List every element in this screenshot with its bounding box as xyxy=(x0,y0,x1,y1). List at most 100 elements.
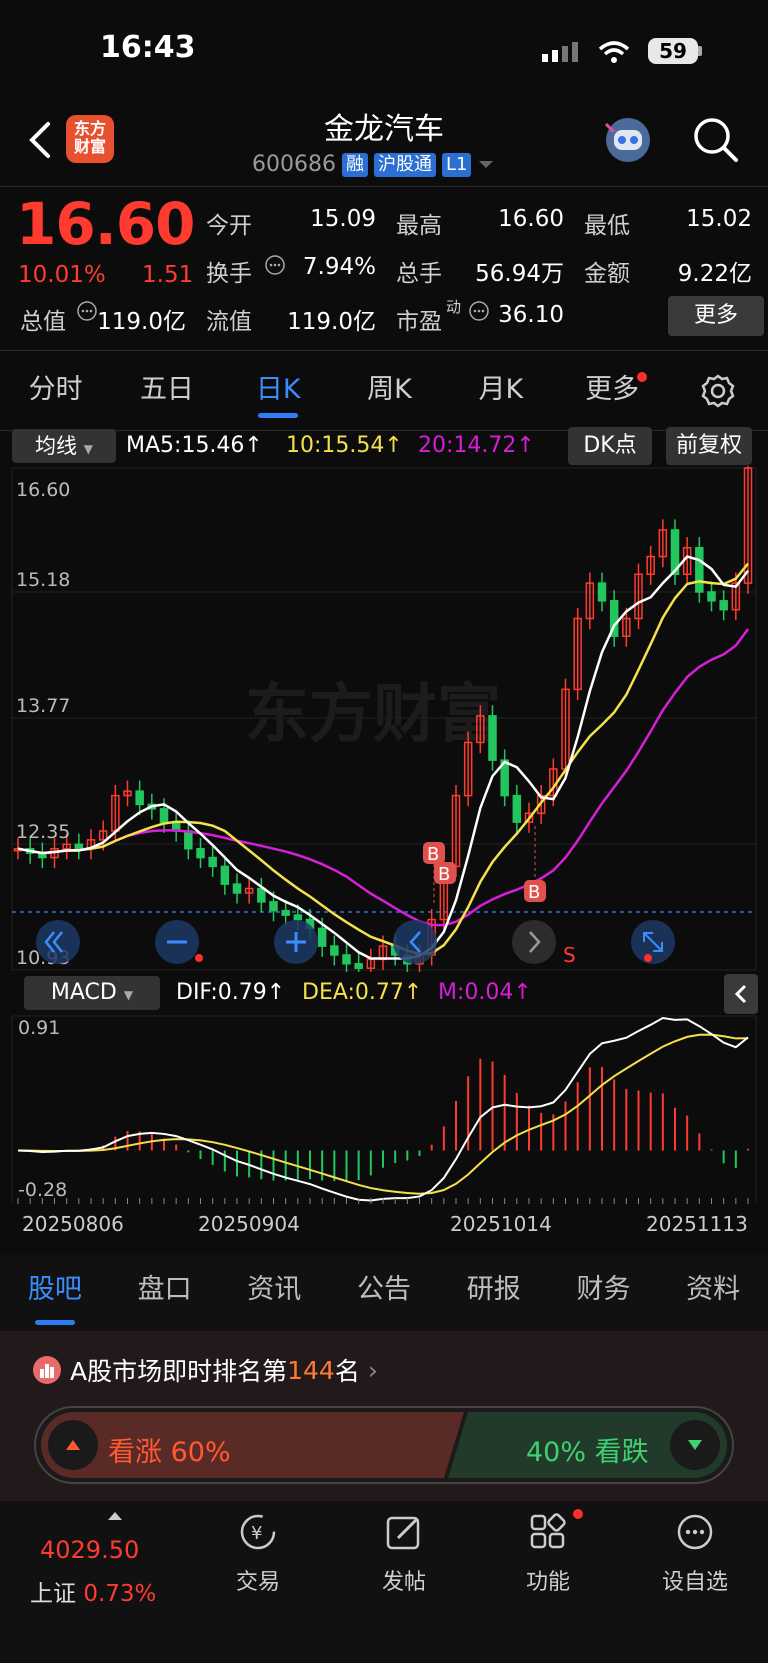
watermark: 东方财富 xyxy=(245,678,501,752)
ranking-suffix: 名 xyxy=(334,1357,360,1386)
tab-announcements[interactable]: 公告 xyxy=(329,1255,439,1331)
float-value: 119.0亿 xyxy=(287,309,376,335)
tab-research[interactable]: 研报 xyxy=(439,1255,549,1331)
tab-profile[interactable]: 资料 xyxy=(658,1255,768,1331)
float-label: 流值 xyxy=(206,309,252,335)
sell-marker[interactable]: S xyxy=(563,943,576,967)
price-axis-label: 16.60 xyxy=(16,479,70,501)
candle-body xyxy=(208,856,217,868)
high-value: 16.60 xyxy=(498,206,564,232)
tab-news[interactable]: 资讯 xyxy=(219,1255,329,1331)
status-time: 16:43 xyxy=(100,30,196,65)
macd-chart[interactable]: 0.91 -0.28 20250806 xyxy=(0,1014,768,1204)
candle-body xyxy=(707,591,716,602)
indicator-select[interactable]: 均线 ▼ xyxy=(12,429,116,463)
ranking-number: 144 xyxy=(287,1355,335,1385)
date-axis: 20250806 20250904 20251014 20251113 xyxy=(0,1204,768,1254)
low-value: 15.02 xyxy=(686,206,752,232)
signal-icon xyxy=(542,42,578,62)
candle-body xyxy=(159,808,169,823)
kline-chart[interactable]: 东方财富 16.60 15.18 13.77 12.35 10.93 B B B… xyxy=(0,466,768,972)
scroll-left-fast-button[interactable] xyxy=(36,920,80,964)
info-icon[interactable] xyxy=(468,300,490,322)
date-label: 20251113 xyxy=(646,1212,748,1236)
search-icon[interactable] xyxy=(692,116,740,164)
ma5-label: MA5:15.46↑ xyxy=(126,433,263,458)
chart-tabs: 分时 五日 日K 周K 月K 更多 xyxy=(0,350,768,430)
scroll-left-button[interactable] xyxy=(393,920,437,964)
tab-forum[interactable]: 股吧 xyxy=(0,1255,110,1331)
dif-label: DIF:0.79↑ xyxy=(176,980,286,1005)
connect-tag: 沪股通 xyxy=(373,152,436,177)
info-icon[interactable] xyxy=(264,254,286,276)
svg-text:B: B xyxy=(427,844,439,865)
tab-intraday[interactable]: 分时 xyxy=(0,350,111,430)
bullish-button[interactable] xyxy=(48,1420,98,1470)
candle-body xyxy=(488,715,497,761)
date-label: 20251014 xyxy=(450,1212,552,1236)
turnover-value: 7.94% xyxy=(302,254,376,280)
bearish-label: 40% 看跌 xyxy=(526,1437,649,1468)
tab-weekly-k[interactable]: 周K xyxy=(334,350,445,430)
nav-functions[interactable]: 功能 xyxy=(508,1512,588,1596)
ranking-prefix: A股市场即时排名第 xyxy=(70,1357,288,1386)
tab-more[interactable]: 更多 xyxy=(556,350,667,430)
buy-marker[interactable]: B xyxy=(434,862,456,885)
stock-code-row[interactable]: 600686 融 沪股通 L1 xyxy=(252,152,495,177)
chevron-down-icon xyxy=(479,160,494,168)
zoom-in-button[interactable] xyxy=(274,920,318,964)
ranking-row[interactable]: A股市场即时排名第 144 名 › xyxy=(32,1352,378,1388)
volume-label: 总手 xyxy=(396,261,442,287)
candle-body xyxy=(317,927,327,947)
fullscreen-button[interactable] xyxy=(631,920,675,964)
price-axis-label: 12.35 xyxy=(16,821,70,843)
amount-label: 金额 xyxy=(584,261,630,287)
tab-orderbook[interactable]: 盘口 xyxy=(110,1255,220,1331)
nav-watchlist[interactable]: 设自选 xyxy=(650,1512,740,1596)
macd-select[interactable]: MACD ▼ xyxy=(24,976,160,1010)
tab-five-day[interactable]: 五日 xyxy=(111,350,222,430)
ranking-icon xyxy=(33,1356,61,1384)
zoom-out-button[interactable] xyxy=(155,920,203,964)
candle-body xyxy=(719,600,728,611)
candle-body xyxy=(135,790,144,806)
tab-daily-k[interactable]: 日K xyxy=(223,350,334,430)
turnover-label: 换手 xyxy=(206,261,252,287)
chevron-left-icon xyxy=(734,984,747,1004)
candle-body xyxy=(695,546,704,593)
bearish-button[interactable] xyxy=(670,1420,720,1470)
dk-point-button[interactable]: DK点 xyxy=(568,427,652,465)
robot-assistant-icon[interactable] xyxy=(600,112,656,168)
chevron-right-icon: › xyxy=(367,1355,378,1385)
notification-dot xyxy=(637,372,647,382)
candle-body xyxy=(269,901,278,912)
battery-tip xyxy=(698,46,702,56)
candle-body xyxy=(281,909,290,916)
candle-body xyxy=(232,883,242,894)
more-button[interactable]: 更多 xyxy=(668,296,764,336)
adjust-button[interactable]: 前复权 xyxy=(666,427,752,465)
collapse-panel-button[interactable] xyxy=(724,974,758,1014)
buy-marker[interactable]: B xyxy=(524,826,546,903)
high-label: 最高 xyxy=(396,213,442,239)
svg-text:¥: ¥ xyxy=(251,1523,262,1544)
wifi-icon xyxy=(598,41,630,63)
date-label: 20250806 xyxy=(22,1212,124,1236)
chart-settings[interactable] xyxy=(668,350,768,430)
scroll-right-button[interactable] xyxy=(512,920,556,964)
tab-financials[interactable]: 财务 xyxy=(549,1255,659,1331)
up-triangle-icon xyxy=(108,1512,122,1520)
macd-axis-label: -0.28 xyxy=(18,1179,67,1201)
nav-post[interactable]: 发帖 xyxy=(364,1512,444,1596)
index-widget[interactable]: 4029.50 上证 0.73% xyxy=(30,1508,180,1608)
candle-body xyxy=(354,963,363,969)
nav-trade[interactable]: ¥ 交易 xyxy=(218,1512,298,1596)
change-pct: 10.01% xyxy=(18,262,106,288)
macd-axis-label: 0.91 xyxy=(18,1017,60,1039)
candle-body xyxy=(257,887,266,903)
grid-icon xyxy=(530,1513,566,1549)
ma10-label: 10:15.54↑ xyxy=(286,433,403,458)
volume-value: 56.94万 xyxy=(475,261,564,287)
more-circle-icon xyxy=(677,1514,713,1550)
tab-monthly-k[interactable]: 月K xyxy=(445,350,556,430)
